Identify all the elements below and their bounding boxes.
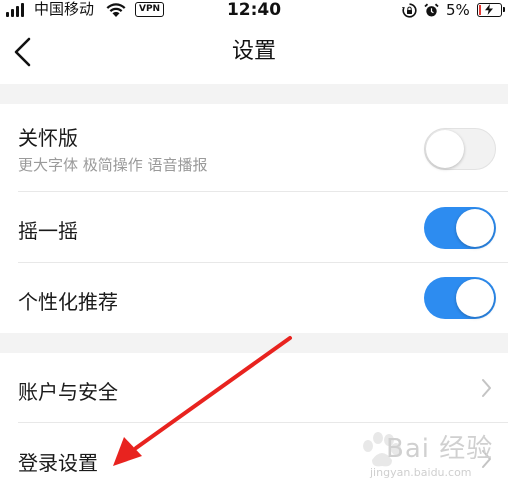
- toggle-knob: [456, 279, 494, 317]
- toggle-knob: [456, 209, 494, 247]
- status-bar: 中国移动 VPN 12:40 5%: [0, 0, 508, 20]
- chevron-left-icon[interactable]: [8, 34, 40, 70]
- shake-toggle[interactable]: [424, 207, 496, 249]
- watermark-url: jingyan.baidu.com: [370, 466, 472, 479]
- nav-bar: 设置: [0, 20, 508, 84]
- setting-label: 账户与安全: [18, 380, 118, 404]
- setting-label: 登录设置: [18, 451, 98, 475]
- chevron-right-icon: [482, 379, 491, 397]
- toggle-knob: [426, 129, 464, 168]
- care-mode-toggle[interactable]: [424, 128, 496, 170]
- battery-icon: [477, 3, 505, 17]
- setting-row-shake[interactable]: 摇一摇: [0, 192, 508, 263]
- setting-row-care-mode[interactable]: 关怀版 更大字体 极简操作 语音播报: [0, 104, 508, 192]
- section-separator: [0, 333, 508, 353]
- alarm-icon: [424, 3, 439, 17]
- page-title: 设置: [231, 39, 276, 64]
- setting-subtitle: 更大字体 极简操作 语音播报: [18, 156, 208, 174]
- personalized-toggle[interactable]: [424, 277, 496, 319]
- setting-label: 关怀版: [18, 126, 78, 150]
- setting-label: 个性化推荐: [18, 290, 118, 314]
- setting-row-account-security[interactable]: 账户与安全: [0, 353, 508, 423]
- rotation-lock-icon: [402, 3, 417, 18]
- battery-percent: 5%: [446, 1, 470, 19]
- section-separator: [0, 84, 508, 104]
- setting-label: 摇一摇: [18, 219, 78, 243]
- setting-row-personalized[interactable]: 个性化推荐: [0, 263, 508, 333]
- watermark-text: Bai 经验: [386, 434, 494, 464]
